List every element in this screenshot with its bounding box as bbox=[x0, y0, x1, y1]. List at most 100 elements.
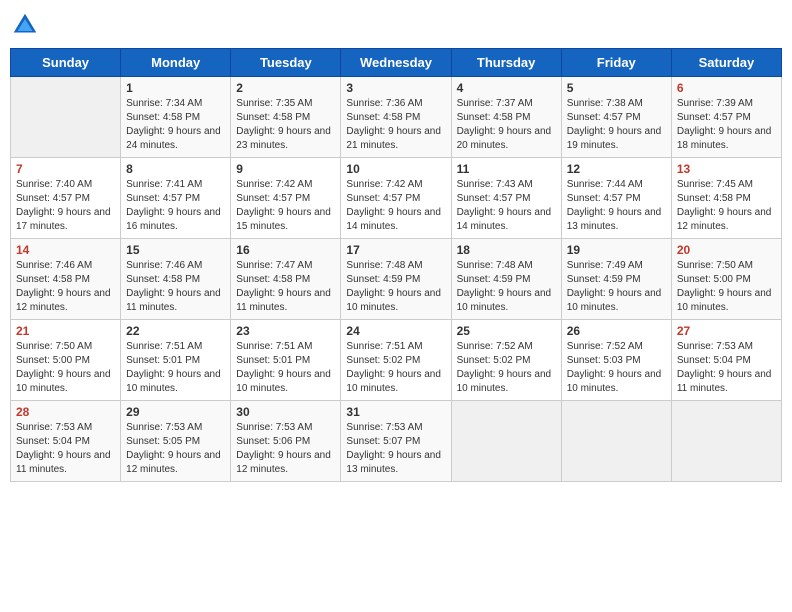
day-number: 23 bbox=[236, 324, 335, 338]
day-number: 29 bbox=[126, 405, 225, 419]
day-number: 3 bbox=[346, 81, 445, 95]
day-number: 19 bbox=[567, 243, 666, 257]
calendar-cell: 20 Sunrise: 7:50 AMSunset: 5:00 PMDayligh… bbox=[671, 239, 781, 320]
week-row-5: 28Sunrise: 7:53 AMSunset: 5:04 PMDayligh… bbox=[11, 401, 782, 482]
day-number: 20 bbox=[677, 243, 776, 257]
calendar-cell: 22Sunrise: 7:51 AMSunset: 5:01 PMDayligh… bbox=[121, 320, 231, 401]
day-info: Sunrise: 7:51 AMSunset: 5:01 PMDaylight:… bbox=[126, 340, 225, 396]
day-number: 28 bbox=[16, 405, 115, 419]
calendar-cell: 7Sunrise: 7:40 AMSunset: 4:57 PMDaylight… bbox=[11, 158, 121, 239]
day-info: Sunrise: 7:42 AMSunset: 4:57 PMDaylight:… bbox=[346, 178, 445, 234]
calendar-cell: 12 Sunrise: 7:44 AMSunset: 4:57 PMDayligh… bbox=[561, 158, 671, 239]
day-info: Sunrise: 7:37 AMSunset: 4:58 PMDaylight:… bbox=[457, 97, 556, 153]
calendar-cell: 25 Sunrise: 7:52 AMSunset: 5:02 PMDayligh… bbox=[451, 320, 561, 401]
day-number: 8 bbox=[126, 162, 225, 176]
day-info: Sunrise: 7:46 AMSunset: 4:58 PMDaylight:… bbox=[126, 259, 225, 315]
day-info: Sunrise: 7:49 AMSunset: 4:59 PMDaylight:… bbox=[567, 259, 666, 315]
day-info: Sunrise: 7:47 AMSunset: 4:58 PMDaylight:… bbox=[236, 259, 335, 315]
calendar-cell: 26 Sunrise: 7:52 AMSunset: 5:03 PMDayligh… bbox=[561, 320, 671, 401]
week-row-3: 14 Sunrise: 7:46 AMSunset: 4:58 PMDayligh… bbox=[11, 239, 782, 320]
day-info: Sunrise: 7:40 AMSunset: 4:57 PMDaylight:… bbox=[16, 178, 115, 234]
day-number: 31 bbox=[346, 405, 445, 419]
week-row-4: 21 Sunrise: 7:50 AMSunset: 5:00 PMDayligh… bbox=[11, 320, 782, 401]
day-number: 18 bbox=[457, 243, 556, 257]
day-info: Sunrise: 7:34 AMSunset: 4:58 PMDaylight:… bbox=[126, 97, 225, 153]
day-number: 25 bbox=[457, 324, 556, 338]
day-info: Sunrise: 7:53 AMSunset: 5:05 PMDaylight:… bbox=[126, 421, 225, 477]
page-header bbox=[10, 10, 782, 40]
day-info: Sunrise: 7:41 AMSunset: 4:57 PMDaylight:… bbox=[126, 178, 225, 234]
day-number: 21 bbox=[16, 324, 115, 338]
day-info: Sunrise: 7:53 AMSunset: 5:06 PMDaylight:… bbox=[236, 421, 335, 477]
day-info: Sunrise: 7:50 AMSunset: 5:00 PMDaylight:… bbox=[16, 340, 115, 396]
calendar-cell: 4 Sunrise: 7:37 AMSunset: 4:58 PMDaylight… bbox=[451, 77, 561, 158]
calendar-cell: 29 Sunrise: 7:53 AMSunset: 5:05 PMDayligh… bbox=[121, 401, 231, 482]
day-info: Sunrise: 7:36 AMSunset: 4:58 PMDaylight:… bbox=[346, 97, 445, 153]
day-header-sunday: Sunday bbox=[11, 49, 121, 77]
logo-icon bbox=[10, 10, 40, 40]
calendar-cell: 13 Sunrise: 7:45 AMSunset: 4:58 PMDayligh… bbox=[671, 158, 781, 239]
calendar-cell: 1Sunrise: 7:34 AMSunset: 4:58 PMDaylight… bbox=[121, 77, 231, 158]
calendar-cell: 18 Sunrise: 7:48 AMSunset: 4:59 PMDayligh… bbox=[451, 239, 561, 320]
day-info: Sunrise: 7:48 AMSunset: 4:59 PMDaylight:… bbox=[346, 259, 445, 315]
day-number: 10 bbox=[346, 162, 445, 176]
calendar-cell bbox=[451, 401, 561, 482]
calendar-cell: 3 Sunrise: 7:36 AMSunset: 4:58 PMDaylight… bbox=[341, 77, 451, 158]
day-number: 26 bbox=[567, 324, 666, 338]
day-info: Sunrise: 7:52 AMSunset: 5:02 PMDaylight:… bbox=[457, 340, 556, 396]
day-info: Sunrise: 7:39 AMSunset: 4:57 PMDaylight:… bbox=[677, 97, 776, 153]
day-number: 13 bbox=[677, 162, 776, 176]
day-info: Sunrise: 7:48 AMSunset: 4:59 PMDaylight:… bbox=[457, 259, 556, 315]
day-info: Sunrise: 7:45 AMSunset: 4:58 PMDaylight:… bbox=[677, 178, 776, 234]
day-header-tuesday: Tuesday bbox=[231, 49, 341, 77]
day-info: Sunrise: 7:53 AMSunset: 5:07 PMDaylight:… bbox=[346, 421, 445, 477]
day-number: 17 bbox=[346, 243, 445, 257]
day-number: 30 bbox=[236, 405, 335, 419]
logo bbox=[10, 10, 44, 40]
day-number: 2 bbox=[236, 81, 335, 95]
day-number: 16 bbox=[236, 243, 335, 257]
day-header-friday: Friday bbox=[561, 49, 671, 77]
day-number: 27 bbox=[677, 324, 776, 338]
day-info: Sunrise: 7:51 AMSunset: 5:01 PMDaylight:… bbox=[236, 340, 335, 396]
day-header-monday: Monday bbox=[121, 49, 231, 77]
calendar-cell bbox=[561, 401, 671, 482]
calendar-cell: 28Sunrise: 7:53 AMSunset: 5:04 PMDayligh… bbox=[11, 401, 121, 482]
week-row-2: 7Sunrise: 7:40 AMSunset: 4:57 PMDaylight… bbox=[11, 158, 782, 239]
days-of-week-row: SundayMondayTuesdayWednesdayThursdayFrid… bbox=[11, 49, 782, 77]
calendar-table: SundayMondayTuesdayWednesdayThursdayFrid… bbox=[10, 48, 782, 482]
day-number: 6 bbox=[677, 81, 776, 95]
day-info: Sunrise: 7:46 AMSunset: 4:58 PMDaylight:… bbox=[16, 259, 115, 315]
calendar-cell: 11Sunrise: 7:43 AMSunset: 4:57 PMDayligh… bbox=[451, 158, 561, 239]
calendar-cell bbox=[11, 77, 121, 158]
day-number: 4 bbox=[457, 81, 556, 95]
calendar-cell: 6 Sunrise: 7:39 AMSunset: 4:57 PMDaylight… bbox=[671, 77, 781, 158]
calendar-cell: 9Sunrise: 7:42 AMSunset: 4:57 PMDaylight… bbox=[231, 158, 341, 239]
calendar-cell: 10 Sunrise: 7:42 AMSunset: 4:57 PMDayligh… bbox=[341, 158, 451, 239]
calendar-cell: 8 Sunrise: 7:41 AMSunset: 4:57 PMDaylight… bbox=[121, 158, 231, 239]
calendar-body: 1Sunrise: 7:34 AMSunset: 4:58 PMDaylight… bbox=[11, 77, 782, 482]
calendar-cell: 16 Sunrise: 7:47 AMSunset: 4:58 PMDayligh… bbox=[231, 239, 341, 320]
calendar-cell bbox=[671, 401, 781, 482]
day-number: 9 bbox=[236, 162, 335, 176]
day-number: 12 bbox=[567, 162, 666, 176]
calendar-cell: 19 Sunrise: 7:49 AMSunset: 4:59 PMDayligh… bbox=[561, 239, 671, 320]
day-number: 5 bbox=[567, 81, 666, 95]
calendar-cell: 2Sunrise: 7:35 AMSunset: 4:58 PMDaylight… bbox=[231, 77, 341, 158]
calendar-cell: 23 Sunrise: 7:51 AMSunset: 5:01 PMDayligh… bbox=[231, 320, 341, 401]
calendar-cell: 31 Sunrise: 7:53 AMSunset: 5:07 PMDayligh… bbox=[341, 401, 451, 482]
day-header-saturday: Saturday bbox=[671, 49, 781, 77]
day-info: Sunrise: 7:44 AMSunset: 4:57 PMDaylight:… bbox=[567, 178, 666, 234]
day-info: Sunrise: 7:51 AMSunset: 5:02 PMDaylight:… bbox=[346, 340, 445, 396]
calendar-cell: 21 Sunrise: 7:50 AMSunset: 5:00 PMDayligh… bbox=[11, 320, 121, 401]
calendar-cell: 5Sunrise: 7:38 AMSunset: 4:57 PMDaylight… bbox=[561, 77, 671, 158]
calendar-cell: 17 Sunrise: 7:48 AMSunset: 4:59 PMDayligh… bbox=[341, 239, 451, 320]
calendar-cell: 14 Sunrise: 7:46 AMSunset: 4:58 PMDayligh… bbox=[11, 239, 121, 320]
calendar-cell: 27Sunrise: 7:53 AMSunset: 5:04 PMDayligh… bbox=[671, 320, 781, 401]
day-number: 11 bbox=[457, 162, 556, 176]
week-row-1: 1Sunrise: 7:34 AMSunset: 4:58 PMDaylight… bbox=[11, 77, 782, 158]
day-info: Sunrise: 7:50 AMSunset: 5:00 PMDaylight:… bbox=[677, 259, 776, 315]
day-info: Sunrise: 7:52 AMSunset: 5:03 PMDaylight:… bbox=[567, 340, 666, 396]
day-header-wednesday: Wednesday bbox=[341, 49, 451, 77]
day-number: 14 bbox=[16, 243, 115, 257]
